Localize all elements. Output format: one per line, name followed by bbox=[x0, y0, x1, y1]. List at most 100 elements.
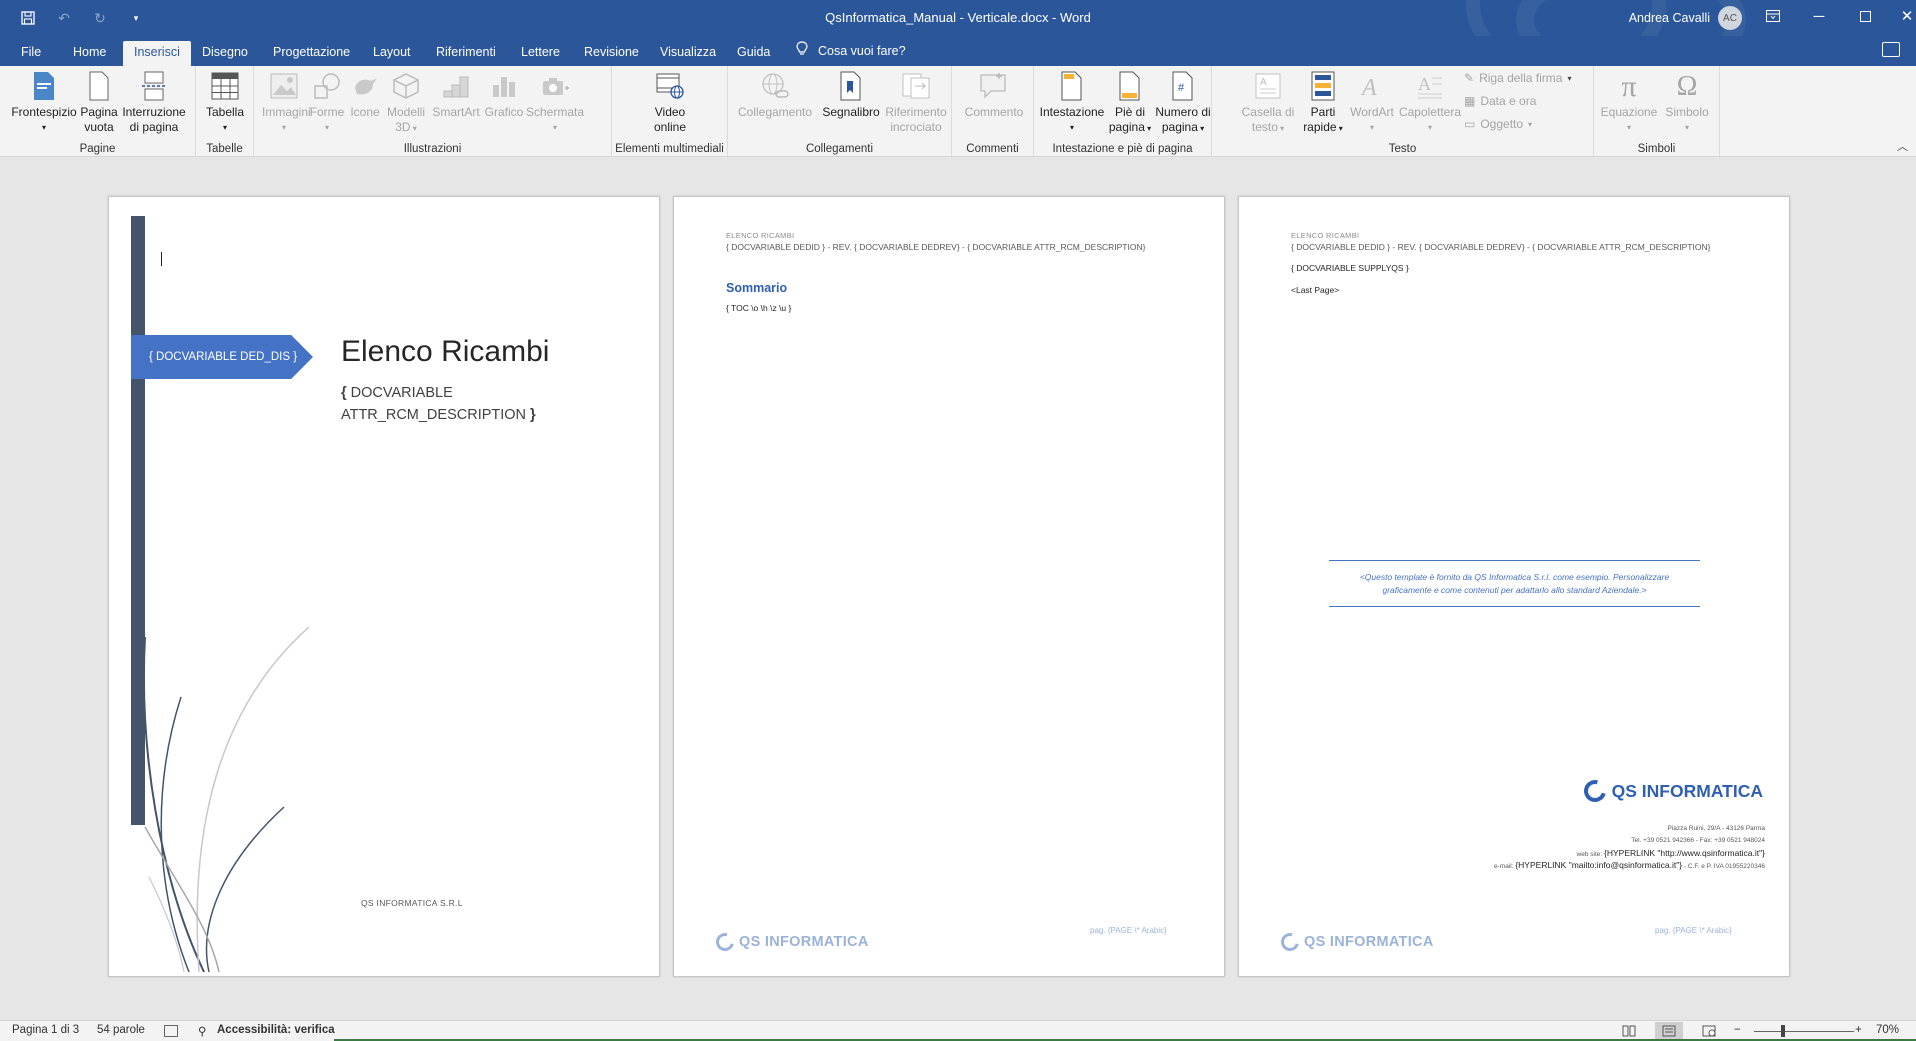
print-layout-icon[interactable] bbox=[1655, 1022, 1683, 1040]
pie-di-pagina-button[interactable]: Piè di pagina ▾ bbox=[1106, 70, 1154, 136]
zoom-slider[interactable] bbox=[1754, 1031, 1854, 1032]
capolettera-button[interactable]: A Capolettera ▾ bbox=[1398, 70, 1462, 135]
toc-title[interactable]: Sommario bbox=[726, 281, 787, 295]
casella-di-testo-button[interactable]: A Casella di testo ▾ bbox=[1238, 70, 1298, 136]
text-cursor bbox=[161, 252, 162, 266]
wordart-button[interactable]: A WordArt ▾ bbox=[1346, 70, 1398, 135]
forme-button[interactable]: Forme ▾ bbox=[308, 70, 346, 135]
data-ora-button[interactable]: ▦ Data e ora bbox=[1464, 94, 1536, 108]
tab-guida[interactable]: Guida bbox=[726, 41, 781, 66]
intestazione-button[interactable]: Intestazione ▾ bbox=[1038, 70, 1106, 135]
title-bar: ↶ ↻ ▾ QsInformatica_Manual - Verticale.d… bbox=[0, 0, 1916, 36]
pagina-vuota-button[interactable]: Pagina vuota bbox=[78, 70, 120, 135]
header-fields[interactable]: { DOCVARIABLE DEDID } - REV. { DOCVARIAB… bbox=[726, 242, 1145, 252]
footer-page-number[interactable]: pag. {PAGE \* Arabic} bbox=[1655, 926, 1732, 935]
oggetto-button[interactable]: ▭ Oggetto ▾ bbox=[1464, 117, 1532, 131]
commento-button[interactable]: Commento bbox=[960, 70, 1028, 120]
modelli-3d-button[interactable]: Modelli 3D ▾ bbox=[384, 70, 428, 136]
toc-field[interactable]: { TOC \o \h \z \u } bbox=[726, 303, 791, 313]
header-title[interactable]: ELENCO RICAMBI bbox=[1291, 231, 1359, 240]
icone-button[interactable]: Icone bbox=[348, 70, 382, 120]
document-page-3[interactable]: ELENCO RICAMBI { DOCVARIABLE DEDID } - R… bbox=[1238, 196, 1790, 977]
supply-field[interactable]: { DOCVARIABLE SUPPLYQS } bbox=[1291, 263, 1409, 273]
header-title[interactable]: ELENCO RICAMBI bbox=[726, 231, 794, 240]
tab-layout[interactable]: Layout bbox=[362, 41, 422, 66]
tab-lettere[interactable]: Lettere bbox=[510, 41, 571, 66]
minimize-icon[interactable]: ─ bbox=[1796, 0, 1842, 32]
cover-title[interactable]: Elenco Ricambi bbox=[341, 335, 549, 369]
phone-line[interactable]: Tel. +39 0521 942366 - Fax: +39 0521 948… bbox=[1631, 837, 1765, 844]
tab-inserisci[interactable]: Inserisci bbox=[123, 41, 191, 66]
maximize-icon[interactable] bbox=[1842, 0, 1888, 32]
smartart-button[interactable]: SmartArt bbox=[430, 70, 482, 120]
proofing-icon[interactable] bbox=[164, 1025, 178, 1037]
equazione-button[interactable]: π Equazione ▾ bbox=[1600, 70, 1658, 135]
tab-visualizza[interactable]: Visualizza bbox=[649, 41, 727, 66]
chevron-down-icon: ▾ bbox=[1197, 124, 1205, 133]
tab-disegno[interactable]: Disegno bbox=[191, 41, 259, 66]
address-line[interactable]: Piazza Ruini, 29/A - 43126 Parma bbox=[1667, 825, 1765, 832]
group-label: Illustrazioni bbox=[403, 143, 462, 155]
zoom-level[interactable]: 70% bbox=[1876, 1024, 1899, 1036]
comments-pane-icon[interactable] bbox=[1882, 42, 1900, 57]
web-layout-icon[interactable] bbox=[1695, 1022, 1723, 1040]
document-area[interactable]: { DOCVARIABLE DED_DIS } Elenco Ricambi {… bbox=[0, 157, 1916, 1020]
tab-home[interactable]: Home bbox=[62, 41, 117, 66]
segnalibro-button[interactable]: Segnalibro bbox=[816, 70, 886, 120]
zoom-slider-thumb[interactable] bbox=[1781, 1025, 1785, 1037]
immagini-button[interactable]: Immagini ▾ bbox=[262, 70, 311, 135]
grafico-button[interactable]: Grafico bbox=[484, 70, 524, 120]
ribbon-display-options-icon[interactable] bbox=[1750, 0, 1796, 32]
tab-riferimenti[interactable]: Riferimenti bbox=[425, 41, 507, 66]
web-line[interactable]: web site: {HYPERLINK "http://www.qsinfor… bbox=[1577, 848, 1765, 858]
ribbon: Frontespizio ▾ Pagina vuota Interruzione… bbox=[0, 66, 1916, 157]
page-count[interactable]: Pagina 1 di 3 bbox=[12, 1024, 79, 1036]
header-fields[interactable]: { DOCVARIABLE DEDID } - REV. { DOCVARIAB… bbox=[1291, 242, 1710, 252]
accessibility-status[interactable]: Accessibilità: verifica bbox=[217, 1024, 335, 1036]
last-page-marker[interactable]: <Last Page> bbox=[1291, 285, 1339, 295]
document-page-1[interactable]: { DOCVARIABLE DED_DIS } Elenco Ricambi {… bbox=[108, 196, 660, 977]
tab-file[interactable]: File bbox=[10, 41, 52, 66]
simbolo-button[interactable]: Ω Simbolo ▾ bbox=[1660, 70, 1714, 135]
cover-company[interactable]: QS INFORMATICA S.R.L bbox=[361, 898, 463, 908]
numero-di-pagina-button[interactable]: # Numero di pagina ▾ bbox=[1154, 70, 1212, 136]
cover-subtitle[interactable]: { DOCVARIABLE ATTR_RCM_DESCRIPTION } bbox=[341, 382, 601, 426]
pictures-icon bbox=[268, 70, 300, 102]
avatar[interactable]: AC bbox=[1718, 6, 1742, 30]
blank-page-icon bbox=[83, 70, 115, 102]
group-label: Commenti bbox=[966, 143, 1019, 155]
frontespizio-button[interactable]: Frontespizio ▾ bbox=[10, 70, 78, 135]
footer-page-number[interactable]: pag. {PAGE \* Arabic} bbox=[1090, 926, 1167, 935]
document-page-2[interactable]: ELENCO RICAMBI { DOCVARIABLE DEDID } - R… bbox=[673, 196, 1225, 977]
accessibility-icon[interactable]: ⚲ bbox=[198, 1024, 206, 1038]
user-name[interactable]: Andrea Cavalli bbox=[1629, 11, 1710, 25]
template-note[interactable]: <Questo template è fornito da QS Informa… bbox=[1329, 560, 1700, 607]
tab-progettazione[interactable]: Progettazione bbox=[262, 41, 361, 66]
email-line[interactable]: e-mail: {HYPERLINK "mailto:info@qsinform… bbox=[1494, 860, 1765, 870]
collegamento-button[interactable]: Collegamento bbox=[736, 70, 814, 120]
chevron-down-icon: ▾ bbox=[281, 123, 286, 132]
chevron-down-icon: ▾ bbox=[1069, 123, 1074, 132]
group-label: Tabelle bbox=[206, 143, 243, 155]
cover-tag-banner[interactable]: { DOCVARIABLE DED_DIS } bbox=[131, 335, 313, 379]
tell-me-search[interactable]: Cosa vuoi fare? bbox=[796, 41, 906, 60]
zoom-in-button[interactable]: + bbox=[1855, 1024, 1862, 1036]
tabella-button[interactable]: Tabella ▾ bbox=[202, 70, 248, 135]
parti-rapide-button[interactable]: Parti rapide ▾ bbox=[1300, 70, 1346, 136]
word-count[interactable]: 54 parole bbox=[97, 1024, 145, 1036]
riferimento-incrociato-button[interactable]: Riferimento incrociato bbox=[880, 70, 952, 135]
read-mode-icon[interactable] bbox=[1615, 1022, 1643, 1040]
comment-icon bbox=[978, 70, 1010, 102]
interruzione-pagina-button[interactable]: Interruzione di pagina bbox=[120, 70, 188, 135]
close-icon[interactable]: ✕ bbox=[1884, 0, 1916, 32]
chevron-down-icon: ▾ bbox=[552, 123, 557, 132]
riga-firma-button[interactable]: ✎ Riga della firma ▾ bbox=[1464, 71, 1571, 85]
chevron-down-icon: ▾ bbox=[324, 123, 329, 132]
group-simboli: π Equazione ▾ Ω Simbolo ▾ Simboli bbox=[1594, 66, 1720, 157]
zoom-out-button[interactable]: − bbox=[1734, 1024, 1741, 1036]
chevron-down-icon: ▾ bbox=[1567, 73, 1572, 83]
collapse-ribbon-icon[interactable]: ︿ bbox=[1897, 138, 1908, 154]
schermata-button[interactable]: Schermata ▾ bbox=[526, 70, 584, 135]
tab-revisione[interactable]: Revisione bbox=[573, 41, 650, 66]
video-online-button[interactable]: Video online bbox=[642, 70, 698, 135]
